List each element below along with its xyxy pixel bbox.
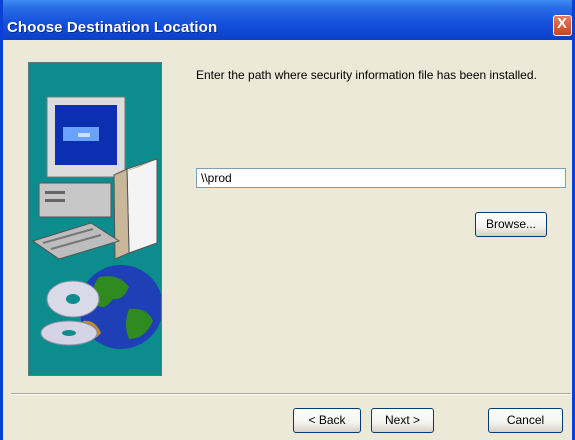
close-button[interactable]: X [553, 15, 572, 36]
instruction-text: Enter the path where security informatio… [196, 68, 537, 82]
cancel-button[interactable]: Cancel [488, 408, 563, 433]
browse-button[interactable]: Browse... [475, 212, 547, 237]
close-icon: X [557, 15, 568, 32]
bottom-separator [11, 393, 571, 395]
window-title: Choose Destination Location [7, 19, 218, 36]
installer-window: Choose Destination Location X Enter the … [0, 0, 575, 440]
title-bar[interactable]: Choose Destination Location X [3, 0, 572, 40]
setup-illustration [28, 62, 162, 376]
computer-globe-cd-icon [29, 63, 161, 375]
back-button[interactable]: < Back [293, 408, 361, 433]
destination-path-input[interactable]: \\prod [196, 168, 566, 188]
next-button[interactable]: Next > [371, 408, 434, 433]
